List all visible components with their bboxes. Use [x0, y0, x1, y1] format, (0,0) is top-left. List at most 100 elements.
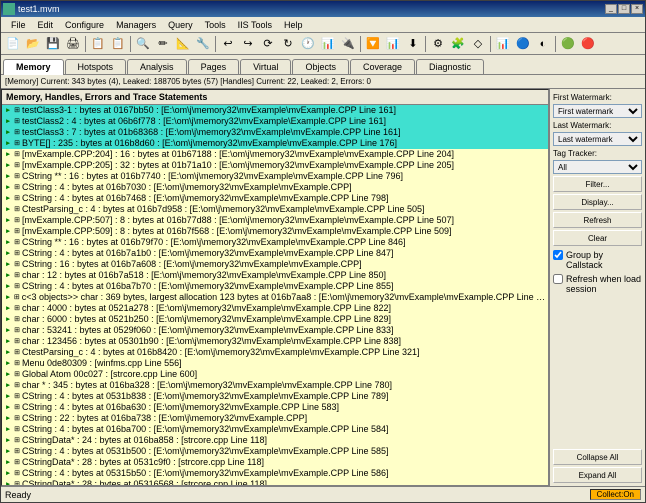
expand-icon[interactable]: ▸ — [4, 437, 12, 445]
tab-objects[interactable]: Objects — [292, 59, 349, 74]
menu-help[interactable]: Help — [278, 19, 309, 31]
expand-icon[interactable]: ▸ — [4, 415, 12, 423]
memory-row[interactable]: ▸⊞CStringData* : 24 : bytes at 016ba858 … — [2, 435, 548, 446]
toolbar-button[interactable]: 🔍 — [134, 35, 152, 53]
memory-row[interactable]: ▸⊞[mvExample.CPP:509] : 8 : bytes at 016… — [2, 226, 548, 237]
expand-icon[interactable]: ▸ — [4, 426, 12, 434]
tree-icon[interactable]: ⊞ — [13, 261, 21, 269]
expand-icon[interactable]: ▸ — [4, 404, 12, 412]
toolbar-button[interactable]: 📊 — [494, 35, 512, 53]
expand-icon[interactable]: ▸ — [4, 305, 12, 313]
close-button[interactable]: × — [631, 4, 643, 14]
expand-icon[interactable]: ▸ — [4, 349, 12, 357]
expand-icon[interactable]: ▸ — [4, 272, 12, 280]
toolbar-button[interactable]: ↻ — [279, 35, 297, 53]
expand-icon[interactable]: ▸ — [4, 239, 12, 247]
expand-icon[interactable]: ▸ — [4, 459, 12, 467]
expand-icon[interactable]: ▸ — [4, 173, 12, 181]
expand-icon[interactable]: ▸ — [4, 448, 12, 456]
tree-icon[interactable]: ⊞ — [13, 250, 21, 258]
expand-icon[interactable]: ▸ — [4, 316, 12, 324]
tree-icon[interactable]: ⊞ — [13, 448, 21, 456]
toolbar-button[interactable]: 📊 — [384, 35, 402, 53]
memory-row[interactable]: ▸⊞CString ** : 16 : bytes at 016b7740 : … — [2, 171, 548, 182]
toolbar-button[interactable]: 🔧 — [194, 35, 212, 53]
toolbar-button[interactable]: ↩ — [219, 35, 237, 53]
memory-row[interactable]: ▸⊞Menu 0de80309 : [winfms.cpp Line 556] — [2, 358, 548, 369]
expand-icon[interactable]: ▸ — [4, 382, 12, 390]
expand-icon[interactable]: ▸ — [4, 228, 12, 236]
toolbar-button[interactable]: ◐ — [534, 35, 552, 53]
memory-row[interactable]: ▸⊞CString : 4 : bytes at 05315b50 : [E:\… — [2, 468, 548, 479]
first-watermark-select[interactable]: First watermark — [553, 104, 642, 118]
expand-icon[interactable]: ▸ — [4, 360, 12, 368]
tree-icon[interactable]: ⊞ — [13, 173, 21, 181]
toolbar-button[interactable]: 📄 — [4, 35, 22, 53]
memory-row[interactable]: ▸⊞CtestParsing_c : 4 : bytes at 016b7d95… — [2, 204, 548, 215]
expand-icon[interactable]: ▸ — [4, 140, 12, 148]
tree-icon[interactable]: ⊞ — [13, 162, 21, 170]
tab-coverage[interactable]: Coverage — [350, 59, 415, 74]
tree-icon[interactable]: ⊞ — [13, 437, 21, 445]
menu-edit[interactable]: Edit — [32, 19, 60, 31]
toolbar-button[interactable]: 📊 — [319, 35, 337, 53]
tree-icon[interactable]: ⊞ — [13, 272, 21, 280]
memory-row[interactable]: ▸⊞char : 4000 : bytes at 0521a278 : [E:\… — [2, 303, 548, 314]
tree-icon[interactable]: ⊞ — [13, 228, 21, 236]
refresh-load-check[interactable]: Refresh when load session — [553, 274, 642, 294]
memory-row[interactable]: ▸⊞CString : 4 : bytes at 016ba630 : [E:\… — [2, 402, 548, 413]
tree-icon[interactable]: ⊞ — [13, 217, 21, 225]
menu-file[interactable]: File — [5, 19, 32, 31]
memory-row[interactable]: ▸⊞CString : 4 : bytes at 016b7468 : [E:\… — [2, 193, 548, 204]
tree-icon[interactable]: ⊞ — [13, 404, 21, 412]
group-callstack-check[interactable]: Group by Callstack — [553, 250, 642, 270]
expand-all-button[interactable]: Expand All — [553, 467, 642, 483]
memory-row[interactable]: ▸⊞char : 12 : bytes at 016b7a518 : [E:\o… — [2, 270, 548, 281]
tree-icon[interactable]: ⊞ — [13, 426, 21, 434]
toolbar-button[interactable]: 🖨 — [64, 35, 82, 53]
filter-button[interactable]: Filter... — [553, 176, 642, 192]
tree-icon[interactable]: ⊞ — [13, 349, 21, 357]
expand-icon[interactable]: ▸ — [4, 481, 12, 486]
memory-row[interactable]: ▸⊞char : 6000 : bytes at 0521b250 : [E:\… — [2, 314, 548, 325]
expand-icon[interactable]: ▸ — [4, 283, 12, 291]
memory-row[interactable]: ▸⊞CString : 4 : bytes at 016b7a1b0 : [E:… — [2, 248, 548, 259]
toolbar-button[interactable]: 🔵 — [514, 35, 532, 53]
tree-icon[interactable]: ⊞ — [13, 129, 21, 137]
menu-configure[interactable]: Configure — [59, 19, 110, 31]
tree-icon[interactable]: ⊞ — [13, 118, 21, 126]
tree-icon[interactable]: ⊞ — [13, 239, 21, 247]
memory-row[interactable]: ▸⊞CString : 4 : bytes at 0531b500 : [E:\… — [2, 446, 548, 457]
memory-row[interactable]: ▸⊞testClass2 : 4 : bytes at 06b6f778 : [… — [2, 116, 548, 127]
tab-analysis[interactable]: Analysis — [127, 59, 187, 74]
tab-diagnostic[interactable]: Diagnostic — [416, 59, 484, 74]
refresh-button[interactable]: Refresh — [553, 212, 642, 228]
toolbar-button[interactable]: ⬇ — [404, 35, 422, 53]
menu-tools[interactable]: Tools — [199, 19, 232, 31]
tree-icon[interactable]: ⊞ — [13, 481, 21, 486]
menu-query[interactable]: Query — [162, 19, 199, 31]
memory-row[interactable]: ▸⊞char * : 345 : bytes at 016ba328 : [E:… — [2, 380, 548, 391]
memory-row[interactable]: ▸⊞CString : 4 : bytes at 016b7030 : [E:\… — [2, 182, 548, 193]
expand-icon[interactable]: ▸ — [4, 162, 12, 170]
tree-icon[interactable]: ⊞ — [13, 184, 21, 192]
tree-icon[interactable]: ⊞ — [13, 371, 21, 379]
memory-row[interactable]: ▸⊞CString : 4 : bytes at 016ba700 : [E:\… — [2, 424, 548, 435]
toolbar-button[interactable]: ◇ — [469, 35, 487, 53]
memory-row[interactable]: ▸⊞[mvExample.CPP:204] : 16 : bytes at 01… — [2, 149, 548, 160]
toolbar-button[interactable]: 📂 — [24, 35, 42, 53]
menu-managers[interactable]: Managers — [110, 19, 162, 31]
tree-icon[interactable]: ⊞ — [13, 327, 21, 335]
tab-memory[interactable]: Memory — [3, 59, 64, 75]
expand-icon[interactable]: ▸ — [4, 250, 12, 258]
toolbar-button[interactable]: 📋 — [109, 35, 127, 53]
memory-row[interactable]: ▸⊞char : 123456 : bytes at 05301b90 : [E… — [2, 336, 548, 347]
memory-row[interactable]: ▸⊞c<3 objects>> char : 369 bytes, larges… — [2, 292, 548, 303]
expand-icon[interactable]: ▸ — [4, 294, 12, 302]
tree-icon[interactable]: ⊞ — [13, 382, 21, 390]
tree-icon[interactable]: ⊞ — [13, 470, 21, 478]
tree-icon[interactable]: ⊞ — [13, 107, 21, 115]
tree-icon[interactable]: ⊞ — [13, 459, 21, 467]
maximize-button[interactable]: □ — [618, 4, 630, 14]
tree-icon[interactable]: ⊞ — [13, 305, 21, 313]
